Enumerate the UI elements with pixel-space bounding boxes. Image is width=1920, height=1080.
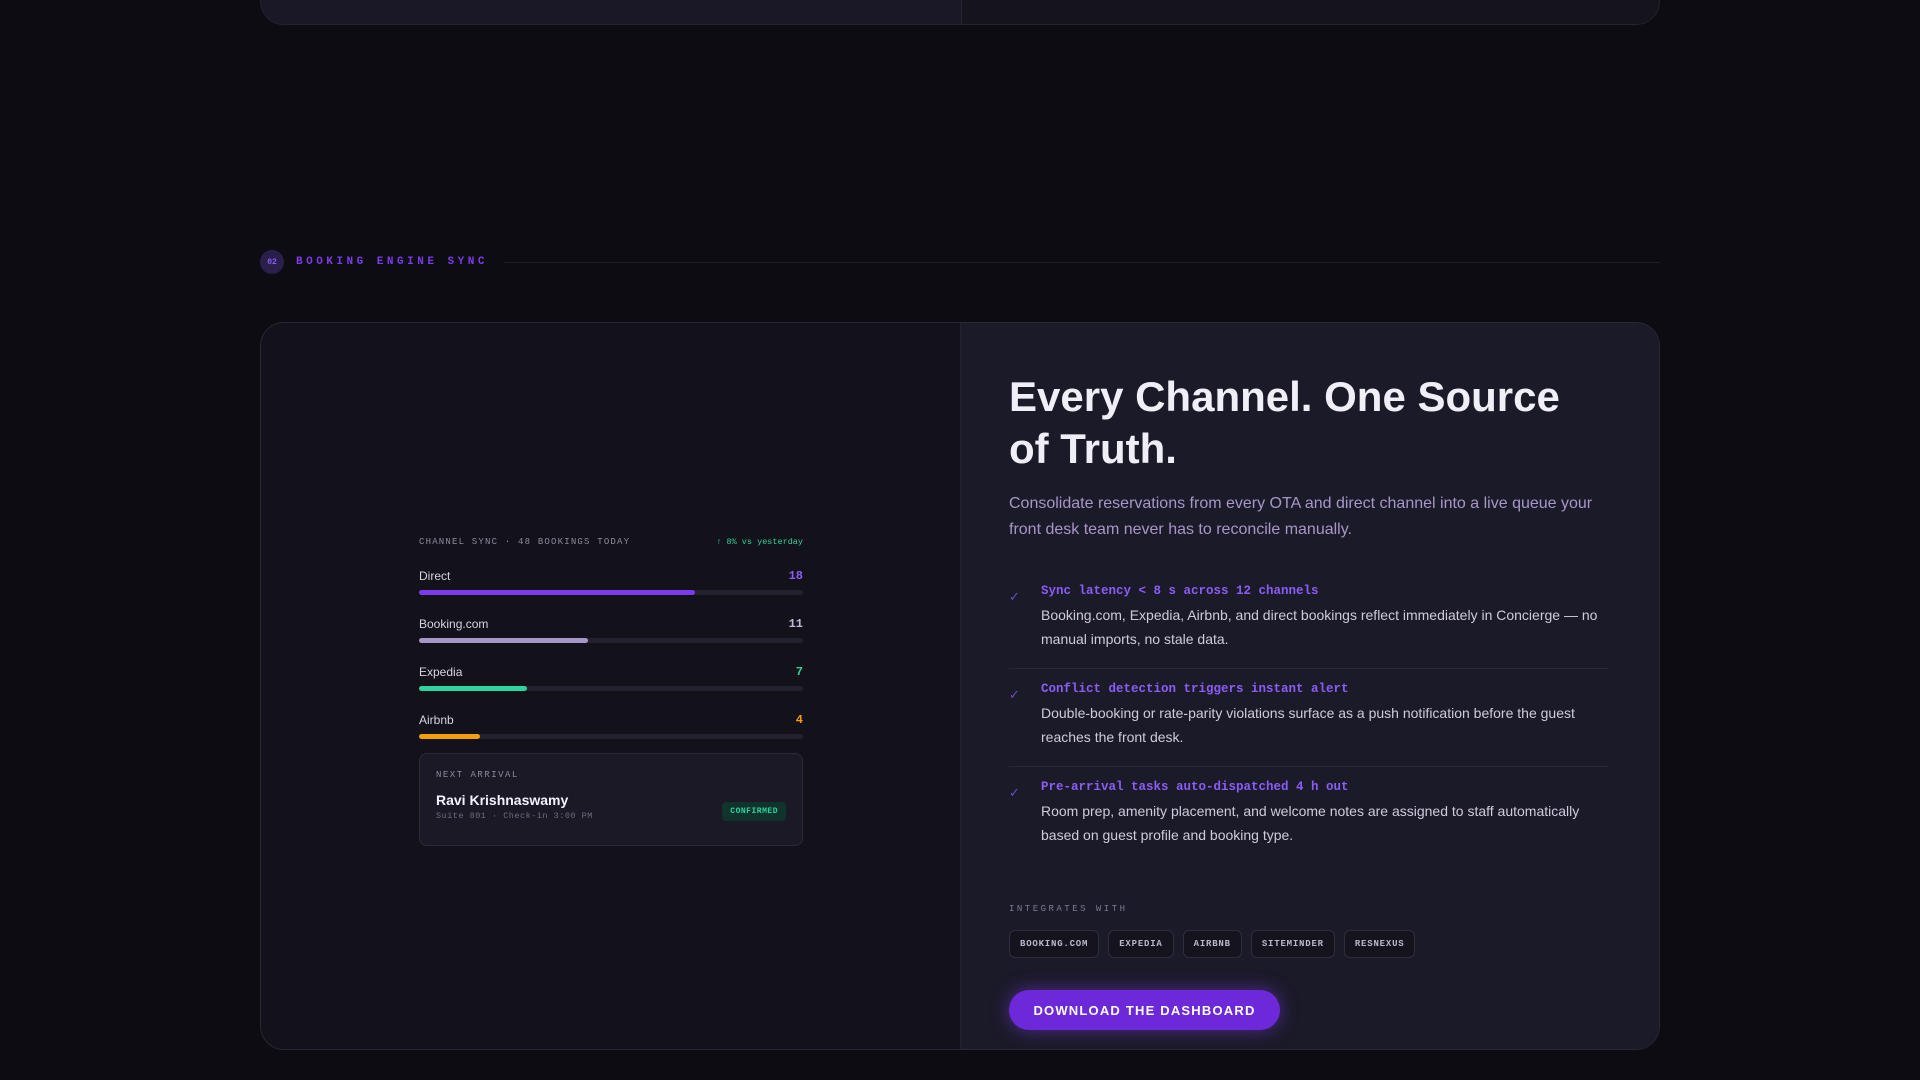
- feature-title: Conflict detection triggers instant aler…: [1041, 682, 1349, 696]
- feature-item: ✓ Conflict detection triggers instant al…: [1009, 669, 1609, 767]
- trend-indicator: ↑ 8% vs yesterday: [716, 537, 803, 547]
- integration-pill-expedia[interactable]: EXPEDIA: [1108, 930, 1174, 958]
- widget-header: CHANNEL SYNC · 48 BOOKINGS TODAY ↑ 8% vs…: [419, 535, 803, 549]
- feature-list: ✓ Sync latency < 8 s across 12 channels …: [1009, 571, 1609, 864]
- channel-name: Booking.com: [419, 617, 489, 631]
- channel-bar-track: [419, 638, 803, 643]
- channel-row-direct: Direct 18: [419, 567, 803, 595]
- channel-bar-fill: [419, 590, 696, 595]
- section-title: BOOKING ENGINE SYNC: [296, 256, 488, 268]
- feature-description: Double-booking or rate-parity violations…: [1041, 705, 1575, 745]
- channel-bar-track: [419, 734, 803, 739]
- channel-list: Direct 18 Booking.com 11 Expedia 7 Airbn…: [419, 567, 803, 739]
- card-content-panel: Every Channel. One Source of Truth. Cons…: [960, 323, 1659, 1049]
- channel-bar-fill: [419, 686, 527, 691]
- section-header: 02 BOOKING ENGINE SYNC: [260, 250, 1660, 274]
- integration-pill-airbnb[interactable]: AIRBNB: [1182, 930, 1242, 958]
- integration-pill-booking-com[interactable]: BOOKING.COM: [1009, 930, 1100, 958]
- channel-name: Expedia: [419, 665, 463, 679]
- channel-bar-track: [419, 686, 803, 691]
- card-visual-panel: CHANNEL SYNC · 48 BOOKINGS TODAY ↑ 8% vs…: [261, 323, 960, 1049]
- channel-count: 7: [795, 665, 803, 679]
- next-arrival-label: NEXT ARRIVAL: [436, 770, 519, 780]
- channel-sync-widget: CHANNEL SYNC · 48 BOOKINGS TODAY ↑ 8% vs…: [419, 535, 803, 846]
- section-divider: [503, 261, 1660, 263]
- feature-item: ✓ Pre-arrival tasks auto-dispatched 4 h …: [1009, 767, 1609, 864]
- check-icon: ✓: [1009, 687, 1020, 702]
- booking-sync-card: CHANNEL SYNC · 48 BOOKINGS TODAY ↑ 8% vs…: [260, 322, 1660, 1050]
- channel-bar-fill: [419, 638, 588, 643]
- previous-section-card: [260, 0, 1660, 25]
- integration-pill-siteminder[interactable]: SITEMINDER: [1250, 930, 1335, 958]
- channel-row-expedia: Expedia 7: [419, 663, 803, 691]
- status-badge: CONFIRMED: [722, 802, 786, 821]
- page-title: Every Channel. One Source of Truth.: [1009, 373, 1560, 472]
- feature-title: Sync latency < 8 s across 12 channels: [1041, 584, 1319, 598]
- feature-description: Room prep, amenity placement, and welcom…: [1041, 803, 1580, 843]
- channel-bar-fill: [419, 734, 481, 739]
- next-arrival-card[interactable]: NEXT ARRIVAL Ravi Krishnaswamy Suite 801…: [419, 753, 803, 846]
- channel-count: 4: [795, 713, 803, 727]
- integration-pill-resnexus[interactable]: RESNEXUS: [1343, 930, 1416, 958]
- channel-row-booking-com: Booking.com 11: [419, 615, 803, 643]
- integrations-list: BOOKING.COM EXPEDIA AIRBNB SITEMINDER RE…: [1009, 930, 1609, 958]
- feature-item: ✓ Sync latency < 8 s across 12 channels …: [1009, 571, 1609, 669]
- widget-title: CHANNEL SYNC · 48 BOOKINGS TODAY: [419, 537, 631, 547]
- channel-name: Airbnb: [419, 713, 454, 727]
- channel-count: 18: [788, 569, 803, 583]
- previous-card-right-panel: [961, 0, 1659, 24]
- channel-row-airbnb: Airbnb 4: [419, 711, 803, 739]
- previous-card-left-panel: [261, 0, 961, 24]
- check-icon: ✓: [1009, 589, 1020, 604]
- check-icon: ✓: [1009, 785, 1020, 800]
- channel-bar-track: [419, 590, 803, 595]
- feature-description: Booking.com, Expedia, Airbnb, and direct…: [1041, 607, 1598, 647]
- section-number-badge: 02: [260, 250, 284, 274]
- channel-name: Direct: [419, 569, 451, 583]
- integrations-label: INTEGRATES WITH: [1009, 904, 1128, 914]
- feature-title: Pre-arrival tasks auto-dispatched 4 h ou…: [1041, 780, 1349, 794]
- channel-count: 11: [788, 617, 803, 631]
- download-dashboard-button[interactable]: DOWNLOAD THE DASHBOARD: [1009, 990, 1280, 1030]
- section-description: Consolidate reservations from every OTA …: [1009, 495, 1593, 538]
